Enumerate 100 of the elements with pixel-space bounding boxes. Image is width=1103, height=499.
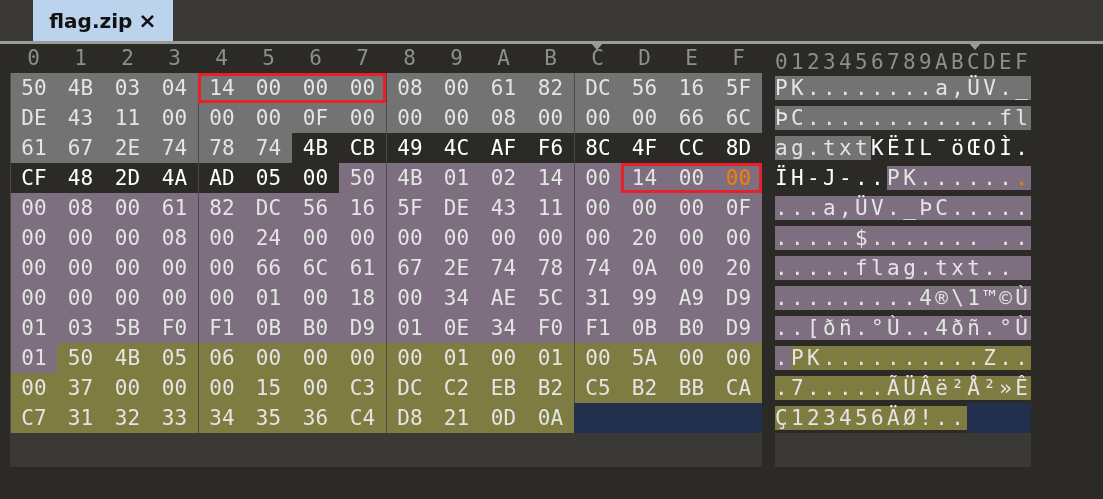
hex-cell[interactable]: D9 xyxy=(715,283,762,313)
close-button[interactable]: × xyxy=(138,9,157,32)
hex-cell[interactable]: 01 xyxy=(386,313,433,343)
hex-cell[interactable]: 78 xyxy=(198,133,245,163)
hex-cell[interactable]: 0F xyxy=(715,193,762,223)
hex-cell[interactable]: 99 xyxy=(621,283,668,313)
hex-cell[interactable]: 00 xyxy=(574,193,621,223)
hex-cell[interactable]: 0B xyxy=(245,313,292,343)
hex-cell[interactable]: 50 xyxy=(339,163,386,193)
hex-cell[interactable]: 0F xyxy=(292,103,339,133)
hex-cell[interactable]: 00 xyxy=(339,73,386,103)
hex-cell[interactable]: 05 xyxy=(151,343,198,373)
hex-cell[interactable]: 00 xyxy=(621,103,668,133)
tab-title[interactable]: flag.zip xyxy=(49,5,133,36)
hex-cell[interactable]: 61 xyxy=(10,133,57,163)
hex-cell[interactable]: F1 xyxy=(574,313,621,343)
hex-cell[interactable]: 5A xyxy=(621,343,668,373)
hex-cell[interactable]: EB xyxy=(480,373,527,403)
hex-cell[interactable]: B2 xyxy=(621,373,668,403)
hex-cell[interactable]: 00 xyxy=(104,373,151,403)
hex-cell[interactable]: 00 xyxy=(574,103,621,133)
hex-cell[interactable]: 36 xyxy=(292,403,339,433)
hex-cell[interactable]: 00 xyxy=(668,223,715,253)
hex-cell[interactable]: 74 xyxy=(151,133,198,163)
hex-cell[interactable]: C4 xyxy=(339,403,386,433)
hex-cell[interactable]: 43 xyxy=(480,193,527,223)
hex-cell[interactable]: 82 xyxy=(527,73,574,103)
hex-cell[interactable]: 66 xyxy=(245,253,292,283)
hex-cell[interactable]: 00 xyxy=(198,253,245,283)
hex-cell[interactable]: 00 xyxy=(433,103,480,133)
hex-cell[interactable]: 08 xyxy=(480,103,527,133)
hex-cell[interactable]: 08 xyxy=(386,73,433,103)
hex-cell[interactable]: 0B xyxy=(621,313,668,343)
hex-cell[interactable]: 34 xyxy=(198,403,245,433)
hex-cell[interactable]: 00 xyxy=(151,373,198,403)
hex-cell[interactable]: 00 xyxy=(151,103,198,133)
hex-cell[interactable]: D9 xyxy=(715,313,762,343)
hex-cell[interactable]: 74 xyxy=(480,253,527,283)
hex-cell[interactable]: DC xyxy=(574,73,621,103)
hex-cell[interactable]: 74 xyxy=(245,133,292,163)
hex-cell[interactable]: 6C xyxy=(715,103,762,133)
hex-cell[interactable]: 00 xyxy=(10,283,57,313)
hex-cell[interactable]: 00 xyxy=(198,103,245,133)
hex-cell[interactable]: 0D xyxy=(480,403,527,433)
file-tab[interactable]: flag.zip × xyxy=(33,0,173,41)
hex-cell[interactable]: DE xyxy=(10,103,57,133)
hex-cell[interactable]: 00 xyxy=(57,223,104,253)
hex-cell[interactable]: 5C xyxy=(527,283,574,313)
hex-cell[interactable]: C2 xyxy=(433,373,480,403)
hex-cell[interactable]: 00 xyxy=(574,223,621,253)
hex-cell[interactable]: 00 xyxy=(198,283,245,313)
hex-cell[interactable]: C5 xyxy=(574,373,621,403)
hex-cell[interactable]: 33 xyxy=(151,403,198,433)
hex-cell[interactable]: 5F xyxy=(386,193,433,223)
hex-cell[interactable]: 11 xyxy=(104,103,151,133)
hex-cell[interactable]: 14 xyxy=(527,163,574,193)
hex-cell[interactable]: 00 xyxy=(245,103,292,133)
hex-cell[interactable]: DC xyxy=(386,373,433,403)
hex-cell[interactable]: AE xyxy=(480,283,527,313)
hex-cell[interactable]: 35 xyxy=(245,403,292,433)
hex-cell[interactable]: 00 xyxy=(10,193,57,223)
hex-cell[interactable]: 00 xyxy=(480,343,527,373)
hex-cell[interactable]: 61 xyxy=(151,193,198,223)
hex-cell[interactable]: 16 xyxy=(668,73,715,103)
hex-cell[interactable]: A9 xyxy=(668,283,715,313)
hex-cell[interactable]: 4B xyxy=(104,343,151,373)
hex-cell[interactable]: 00 xyxy=(527,103,574,133)
hex-cell[interactable]: 00 xyxy=(480,223,527,253)
hex-cell[interactable]: 00 xyxy=(198,373,245,403)
hex-cell[interactable]: 4B xyxy=(386,163,433,193)
hex-cell[interactable]: 06 xyxy=(198,343,245,373)
hex-cell[interactable]: 00 xyxy=(339,103,386,133)
hex-cell[interactable]: 00 xyxy=(292,373,339,403)
hex-cell[interactable]: 00 xyxy=(433,223,480,253)
hex-cell[interactable]: 32 xyxy=(104,403,151,433)
hex-cell[interactable]: 66 xyxy=(668,103,715,133)
hex-cell[interactable]: 20 xyxy=(621,223,668,253)
hex-cell[interactable]: 00 xyxy=(386,223,433,253)
hex-cell[interactable]: 00 xyxy=(386,343,433,373)
hex-cell[interactable]: 16 xyxy=(339,193,386,223)
hex-cell[interactable]: 2E xyxy=(433,253,480,283)
hex-cell[interactable]: CA xyxy=(715,373,762,403)
hex-cell[interactable]: 34 xyxy=(433,283,480,313)
hex-cell[interactable]: 04 xyxy=(151,73,198,103)
hex-cell[interactable]: 00 xyxy=(668,343,715,373)
hex-cell[interactable]: 00 xyxy=(668,163,715,193)
hex-cell[interactable]: 00 xyxy=(104,193,151,223)
hex-cell[interactable]: 01 xyxy=(433,343,480,373)
hex-cell[interactable]: 00 xyxy=(10,253,57,283)
hex-cell[interactable]: DC xyxy=(245,193,292,223)
hex-cell[interactable]: 00 xyxy=(292,223,339,253)
hex-cell[interactable]: DE xyxy=(433,193,480,223)
hex-cell[interactable]: 08 xyxy=(151,223,198,253)
hex-cell[interactable]: 00 xyxy=(292,73,339,103)
hex-cell[interactable]: C3 xyxy=(339,373,386,403)
hex-cell[interactable]: 01 xyxy=(433,163,480,193)
hex-cell[interactable]: 00 xyxy=(245,73,292,103)
hex-cell[interactable]: 50 xyxy=(57,343,104,373)
hex-cell[interactable]: B0 xyxy=(668,313,715,343)
hex-cell[interactable]: 15 xyxy=(245,373,292,403)
